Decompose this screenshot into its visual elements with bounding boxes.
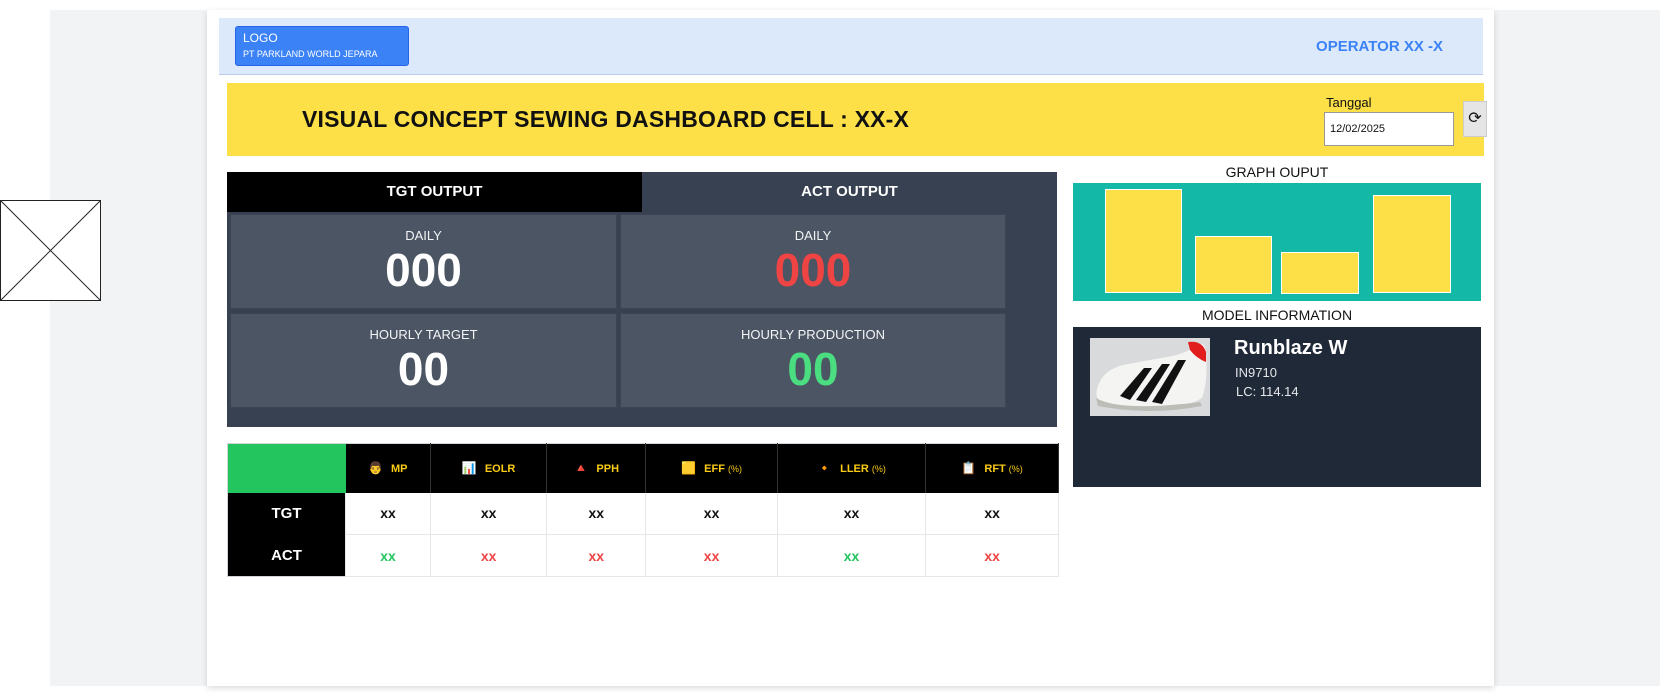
kpi-header-unit: (%) — [727, 464, 742, 475]
tgt-output-header: TGT OUTPUT — [227, 172, 642, 212]
kpi-cell: xx — [925, 492, 1059, 535]
graph-title: GRAPH OUPUT — [1225, 164, 1329, 180]
kpi-header-unit: (%) — [871, 464, 886, 475]
output-graph — [1073, 183, 1481, 301]
model-info-title: MODEL INFORMATION — [1201, 307, 1353, 323]
date-input[interactable] — [1324, 112, 1454, 146]
act-hourly-label: HOURLY PRODUCTION — [741, 327, 885, 342]
kpi-cell: xx — [645, 492, 778, 535]
tgt-daily-value: 000 — [385, 244, 462, 296]
tgt-hourly-cell: HOURLY TARGET 00 — [230, 313, 617, 408]
kpi-cell: xx — [777, 534, 927, 577]
title-banner: VISUAL CONCEPT SEWING DASHBOARD CELL : X… — [227, 83, 1487, 156]
dashboard-page: LOGO PT PARKLAND WORLD JEPARA OPERATOR X… — [0, 0, 1660, 693]
kpi-row-label: TGT — [227, 492, 346, 535]
model-info-panel: Runblaze W IN9710 LC: 114.14 — [1073, 327, 1481, 487]
kpi-header-label: PPH — [596, 463, 620, 476]
page-title: VISUAL CONCEPT SEWING DASHBOARD CELL : X… — [302, 106, 910, 132]
act-output-header: ACT OUTPUT — [642, 172, 1057, 212]
refresh-button[interactable]: ⟳ — [1463, 101, 1487, 137]
kpi-row-label: ACT — [227, 534, 346, 577]
graph-bar — [1105, 189, 1182, 293]
triangle-icon: 🔺 — [573, 461, 589, 476]
act-daily-cell: DAILY 000 — [620, 214, 1006, 309]
kpi-header-rft: 📋 RFT (%) — [925, 443, 1059, 493]
kpi-cell: xx — [546, 492, 647, 535]
kpi-header-label: MP — [391, 463, 408, 476]
kpi-cell: xx — [430, 534, 548, 577]
kpi-cell: xx — [546, 534, 647, 577]
kpi-header-label: EOLR — [484, 463, 516, 476]
company-name: PT PARKLAND WORLD JEPARA — [243, 49, 378, 59]
kpi-cell: xx — [430, 492, 548, 535]
model-lc: LC: 114.14 — [1236, 384, 1299, 399]
kpi-cell: xx — [345, 534, 432, 577]
kpi-row-act: ACT xx xx xx xx xx xx — [227, 534, 1059, 577]
act-daily-label: DAILY — [794, 228, 832, 243]
kpi-header-label: RFT — [984, 463, 1006, 476]
graph-bar — [1373, 195, 1451, 293]
model-name: Runblaze W — [1234, 337, 1348, 359]
act-hourly-value: 00 — [787, 343, 839, 395]
kpi-header-unit: (%) — [1008, 464, 1023, 475]
kpi-corner-cell — [227, 443, 346, 493]
man-icon: 👨 — [368, 461, 384, 476]
kpi-header-eff: 🟨 EFF (%) — [645, 443, 778, 493]
diamond-icon: 🔸 — [817, 461, 833, 476]
logo-label: LOGO — [243, 31, 278, 45]
clipboard-icon: 📋 — [961, 461, 977, 476]
tgt-hourly-value: 00 — [397, 343, 450, 395]
kpi-cell: xx — [777, 492, 927, 535]
operator-label: OPERATOR XX -X — [1316, 38, 1443, 55]
top-bar: LOGO PT PARKLAND WORLD JEPARA OPERATOR X… — [219, 18, 1483, 75]
broken-image-placeholder — [0, 200, 101, 301]
kpi-header-label: EFF — [704, 463, 725, 476]
kpi-table: 👨 MP 📊 EOLR 🔺 PPH 🟨 EFF (%) 🔸 LLER (%) 📋 RFT (%) … — [227, 443, 1059, 577]
graph-bar — [1195, 236, 1272, 294]
kpi-header-eolr: 📊 EOLR — [430, 443, 548, 493]
act-daily-value: 000 — [774, 244, 852, 296]
kpi-cell: xx — [925, 534, 1059, 577]
output-panel: TGT OUTPUT ACT OUTPUT DAILY 000 DAILY 00… — [227, 172, 1057, 427]
kpi-header-ller: 🔸 LLER (%) — [777, 443, 927, 493]
kpi-cell: xx — [645, 534, 778, 577]
kpi-cell: xx — [345, 492, 432, 535]
square-icon: 🟨 — [681, 461, 697, 476]
kpi-row-tgt: TGT xx xx xx xx xx xx — [227, 492, 1059, 535]
kpi-header-mp: 👨 MP — [345, 443, 432, 493]
kpi-header-label: LLER — [840, 463, 869, 476]
chart-icon: 📊 — [461, 461, 477, 476]
company-logo[interactable]: LOGO PT PARKLAND WORLD JEPARA — [235, 26, 409, 66]
tgt-daily-label: DAILY — [405, 228, 442, 243]
tgt-daily-cell: DAILY 000 — [230, 214, 617, 309]
date-label: Tanggal — [1326, 95, 1372, 110]
tgt-hourly-label: HOURLY TARGET — [369, 327, 478, 342]
shoe-image — [1090, 338, 1210, 416]
model-code: IN9710 — [1235, 365, 1277, 380]
dashboard-card: LOGO PT PARKLAND WORLD JEPARA OPERATOR X… — [207, 10, 1494, 686]
graph-bar — [1281, 252, 1359, 294]
kpi-header-pph: 🔺 PPH — [546, 443, 647, 493]
kpi-header-row: 👨 MP 📊 EOLR 🔺 PPH 🟨 EFF (%) 🔸 LLER (%) 📋 RFT (%) — [227, 443, 1059, 493]
act-hourly-cell: HOURLY PRODUCTION 00 — [620, 313, 1006, 408]
